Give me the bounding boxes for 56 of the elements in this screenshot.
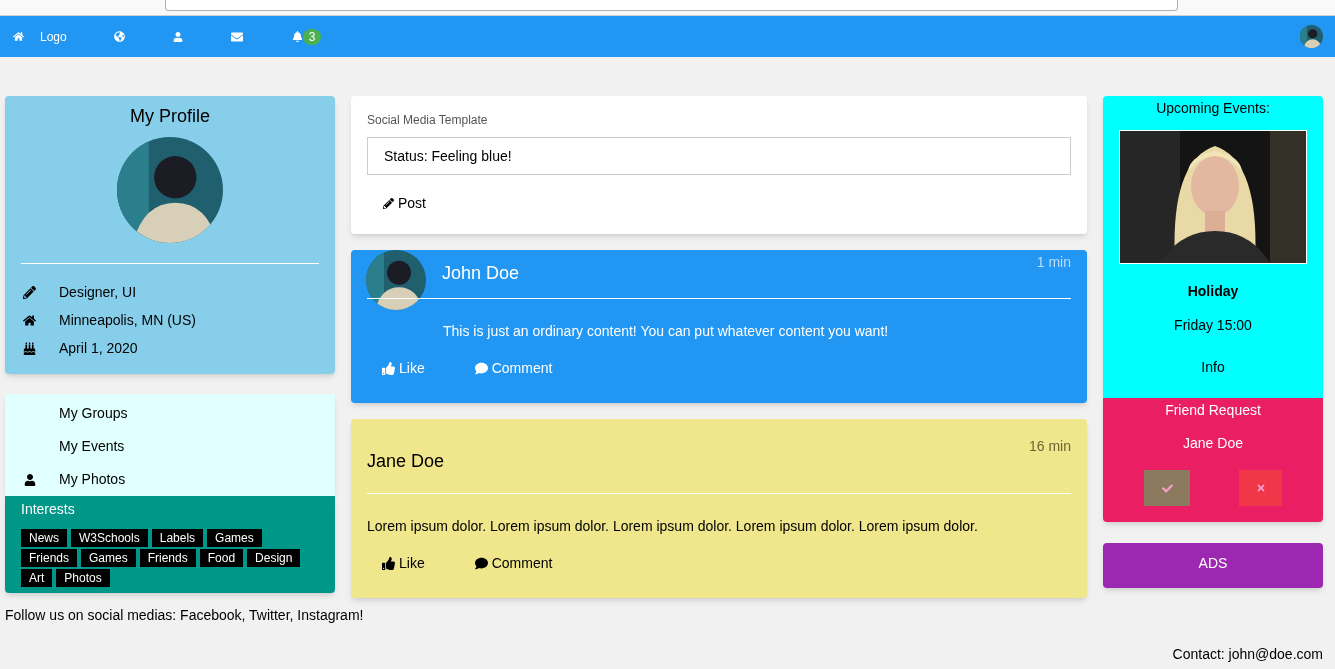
cake-icon: [23, 341, 36, 355]
interest-tag: Photos: [56, 568, 110, 587]
thumbs-up-icon: [382, 362, 395, 375]
post-content: This is just an ordinary content! You can put whatever content you want!: [443, 322, 890, 341]
interest-tag: Friends: [139, 548, 196, 567]
notification-badge: 3: [302, 28, 322, 45]
interest-tag: Design: [247, 548, 301, 567]
interest-tag: Food: [199, 548, 244, 567]
interests-title: Interests: [21, 501, 75, 517]
user-icon[interactable]: [172, 31, 183, 42]
menu-item[interactable]: My Events: [59, 436, 125, 457]
post-button[interactable]: Post: [367, 189, 442, 218]
user-icon: [24, 473, 36, 486]
user-avatar: [1300, 25, 1323, 48]
post-content: Lorem ipsum dolor. Lorem ipsum dolor. Lorem ipsum dolor. Lorem ipsum dolor. Lorem ipsum dolor.: [367, 517, 979, 536]
post-time: 16 min: [1028, 437, 1071, 456]
thumbs-up-icon: [382, 557, 395, 570]
close-icon: [1255, 483, 1266, 493]
ads-label: ADS: [1198, 554, 1228, 573]
author-name[interactable]: Jane Doe: [367, 448, 445, 475]
event-name: Holiday: [1187, 282, 1239, 301]
pencil-icon: [23, 285, 36, 299]
template-label: Social Media Template: [367, 112, 489, 129]
interest-tag: Art: [21, 568, 53, 587]
home-icon[interactable]: [13, 31, 24, 42]
interest-tag: W3Schools: [71, 528, 148, 547]
interest-tag: Games: [81, 548, 136, 567]
profile-detail: April 1, 2020: [59, 338, 138, 358]
interest-tag: Games: [207, 528, 262, 547]
menu-item[interactable]: My Photos: [59, 469, 126, 490]
post-time: 1 min: [1036, 253, 1071, 272]
event-time: Friday 15:00: [1174, 316, 1252, 335]
bell-icon[interactable]: [291, 31, 303, 42]
contact-text: Contact: john@doe.com: [1172, 645, 1323, 664]
interest-tag: Friends: [21, 548, 77, 567]
speech-bubble-icon: [474, 557, 488, 570]
envelope-icon[interactable]: [230, 30, 243, 43]
globe-icon[interactable]: [113, 31, 125, 42]
menu-item[interactable]: My Groups: [59, 403, 128, 424]
check-icon: [1161, 482, 1173, 494]
profile-detail: Minneapolis, MN (US): [59, 310, 196, 330]
comment-button[interactable]: Comment: [459, 549, 568, 578]
profile-title: My Profile: [130, 105, 210, 128]
pencil-icon: [383, 198, 394, 209]
home-icon: [23, 313, 36, 327]
interest-tag: Labels: [151, 528, 204, 547]
events-title: Upcoming Events:: [1156, 99, 1270, 118]
interest-tag: News: [21, 528, 67, 547]
status-field[interactable]: Status: Feeling blue!: [367, 137, 1071, 175]
speech-bubble-icon: [474, 362, 488, 375]
friend-request-title: Friend Request: [1165, 401, 1261, 420]
follow-text: Follow us on social medias: Facebook, Twitter, Instagram!: [5, 605, 364, 625]
info-link[interactable]: Info: [1201, 357, 1225, 378]
profile-detail: Designer, UI: [59, 282, 137, 302]
like-button[interactable]: Like: [367, 549, 440, 578]
requester-name[interactable]: Jane Doe: [1183, 433, 1243, 454]
